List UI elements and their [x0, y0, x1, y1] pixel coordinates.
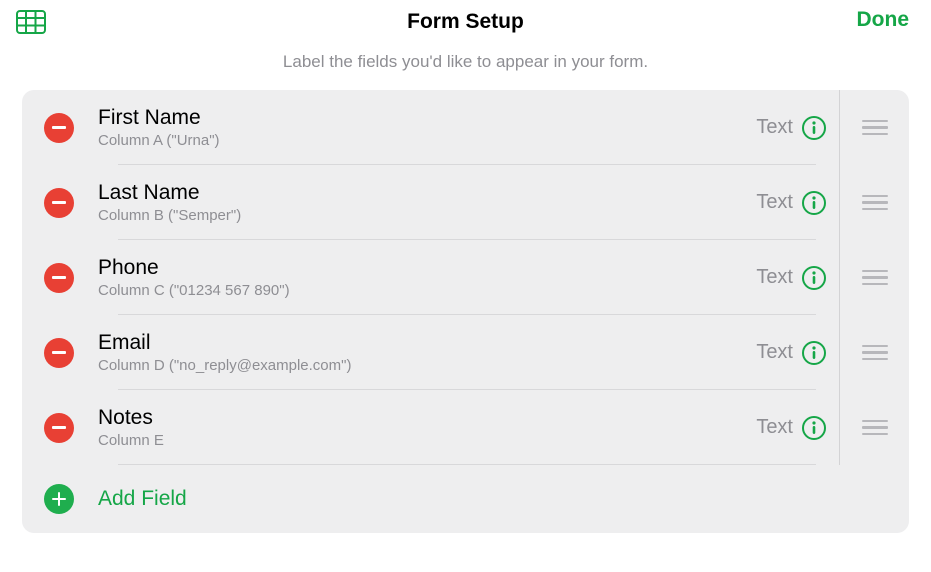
field-subtext: Column B ("Semper") — [98, 207, 756, 225]
info-icon — [801, 415, 827, 441]
remove-field-button[interactable] — [44, 263, 74, 293]
info-icon — [801, 340, 827, 366]
drag-handle[interactable] — [852, 260, 898, 296]
add-field-label: Add Field — [98, 487, 187, 511]
drag-line-icon — [862, 358, 888, 361]
add-field-row[interactable]: Add Field — [22, 465, 909, 533]
field-type-label: Text — [756, 416, 793, 439]
field-subtext: Column D ("no_reply@example.com") — [98, 357, 756, 375]
table-icon — [14, 8, 48, 36]
field-type-label: Text — [756, 191, 793, 214]
field-type-label: Text — [756, 266, 793, 289]
drag-line-icon — [862, 201, 888, 204]
drag-line-icon — [862, 270, 888, 273]
field-info-button[interactable] — [801, 415, 827, 441]
field-info-button[interactable] — [801, 265, 827, 291]
drag-handle[interactable] — [852, 185, 898, 221]
field-info[interactable]: Last Name Column B ("Semper") — [98, 180, 756, 225]
info-icon — [801, 115, 827, 141]
drag-handle[interactable] — [852, 110, 898, 146]
info-icon — [801, 190, 827, 216]
field-name: Notes — [98, 405, 756, 430]
drag-line-icon — [862, 276, 888, 279]
fields-panel: First Name Column A ("Urna") Text — [22, 90, 909, 533]
field-name: First Name — [98, 105, 756, 130]
field-subtext: Column E — [98, 432, 756, 450]
remove-field-button[interactable] — [44, 188, 74, 218]
field-info[interactable]: Email Column D ("no_reply@example.com") — [98, 330, 756, 375]
page-title: Form Setup — [407, 10, 524, 34]
drag-line-icon — [862, 351, 888, 354]
field-info-button[interactable] — [801, 340, 827, 366]
done-button[interactable]: Done — [857, 8, 910, 32]
field-name: Phone — [98, 255, 756, 280]
drag-line-icon — [862, 283, 888, 286]
add-field-button[interactable] — [44, 484, 74, 514]
field-name: Last Name — [98, 180, 756, 205]
drag-line-icon — [862, 433, 888, 436]
field-info-button[interactable] — [801, 115, 827, 141]
drag-line-icon — [862, 126, 888, 129]
drag-line-icon — [862, 195, 888, 198]
field-row: First Name Column A ("Urna") Text — [22, 90, 909, 165]
remove-field-button[interactable] — [44, 338, 74, 368]
field-subtext: Column A ("Urna") — [98, 132, 756, 150]
field-row: Phone Column C ("01234 567 890") Text — [22, 240, 909, 315]
field-info-button[interactable] — [801, 190, 827, 216]
drag-line-icon — [862, 133, 888, 136]
field-info[interactable]: Phone Column C ("01234 567 890") — [98, 255, 756, 300]
remove-field-button[interactable] — [44, 413, 74, 443]
field-row: Last Name Column B ("Semper") Text — [22, 165, 909, 240]
drag-line-icon — [862, 420, 888, 423]
field-row: Email Column D ("no_reply@example.com") … — [22, 315, 909, 390]
drag-handle[interactable] — [852, 410, 898, 446]
table-view-button[interactable] — [12, 6, 50, 41]
drag-handle[interactable] — [852, 335, 898, 371]
subtitle-text: Label the fields you'd like to appear in… — [0, 52, 931, 72]
drag-line-icon — [862, 426, 888, 429]
remove-field-button[interactable] — [44, 113, 74, 143]
field-type-label: Text — [756, 341, 793, 364]
drag-line-icon — [862, 120, 888, 123]
field-type-label: Text — [756, 116, 793, 139]
field-row: Notes Column E Text — [22, 390, 909, 465]
field-subtext: Column C ("01234 567 890") — [98, 282, 756, 300]
field-info[interactable]: First Name Column A ("Urna") — [98, 105, 756, 150]
field-info[interactable]: Notes Column E — [98, 405, 756, 450]
drag-line-icon — [862, 208, 888, 211]
drag-line-icon — [862, 345, 888, 348]
info-icon — [801, 265, 827, 291]
field-name: Email — [98, 330, 756, 355]
